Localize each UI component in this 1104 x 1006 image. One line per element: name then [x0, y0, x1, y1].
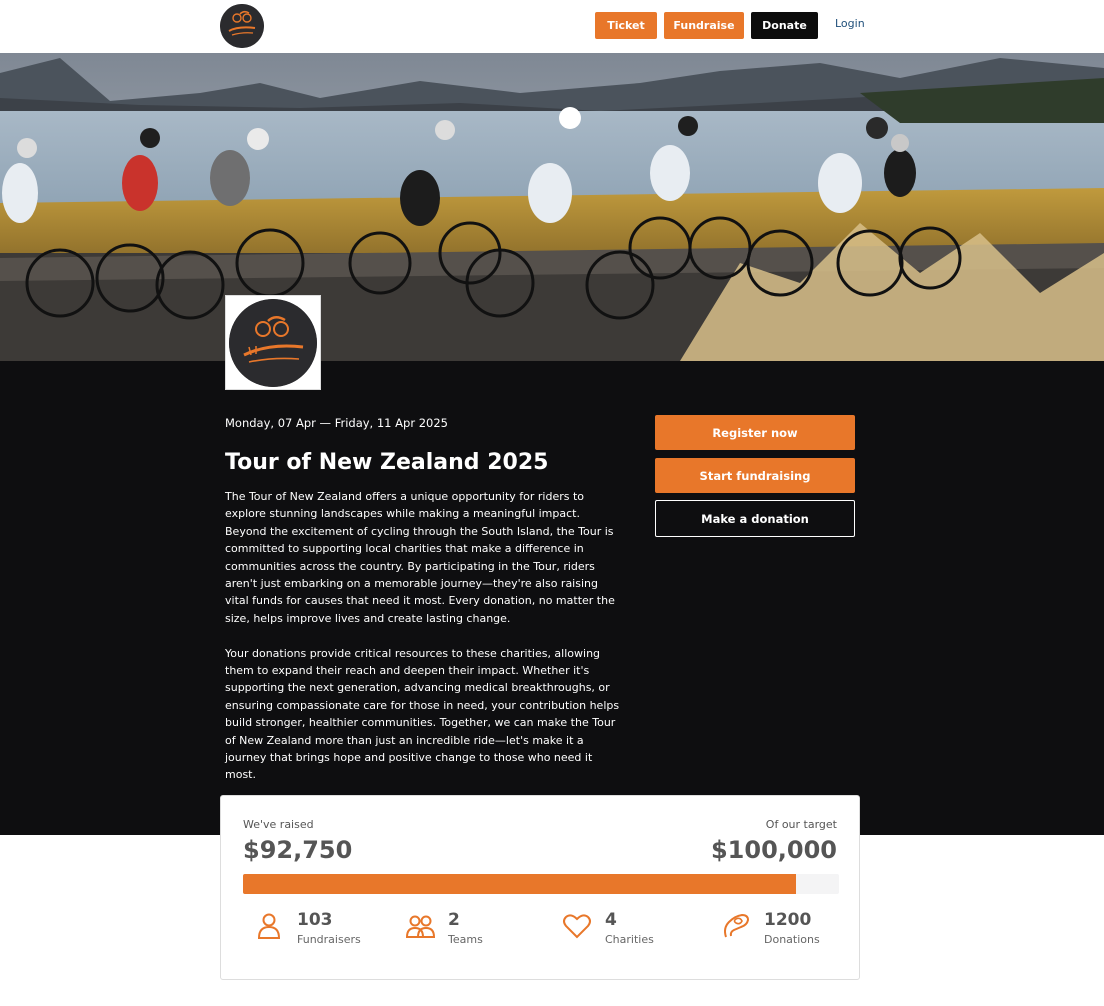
person-icon: [257, 913, 281, 939]
make-donation-button[interactable]: Make a donation: [655, 500, 855, 537]
heart-icon: [563, 914, 591, 939]
donation-hand-icon: [724, 913, 750, 938]
site-header: Ticket Fundraise Donate Login: [0, 0, 1104, 53]
teams-label: Teams: [448, 933, 483, 946]
teams-count: 2: [448, 910, 460, 930]
event-title: Tour of New Zealand 2025: [225, 450, 549, 475]
event-description: The Tour of New Zealand offers a unique …: [225, 488, 620, 784]
raised-label: We've raised: [243, 818, 314, 831]
fundraising-progress-bar: [243, 874, 839, 894]
charities-count: 4: [605, 910, 617, 930]
ticket-button[interactable]: Ticket: [595, 12, 657, 39]
raised-amount: $92,750: [243, 836, 353, 864]
login-link[interactable]: Login: [835, 17, 865, 30]
target-amount: $100,000: [710, 836, 837, 864]
fundraise-button[interactable]: Fundraise: [664, 12, 744, 39]
progress-fill: [243, 874, 796, 894]
tour-of-new-zealand-logo-large: [229, 299, 317, 387]
event-logo-card: [225, 295, 321, 390]
donate-button[interactable]: Donate: [751, 12, 818, 39]
description-paragraph-1: The Tour of New Zealand offers a unique …: [225, 490, 615, 625]
donations-count: 1200: [764, 910, 812, 930]
fundraisers-label: Fundraisers: [297, 933, 361, 946]
hero-image: [0, 53, 1104, 361]
register-now-button[interactable]: Register now: [655, 415, 855, 450]
target-label: Of our target: [765, 818, 837, 831]
donations-label: Donations: [764, 933, 820, 946]
tour-of-new-zealand-logo[interactable]: [220, 4, 264, 48]
charities-label: Charities: [605, 933, 654, 946]
fundraising-stats-card: We've raised $92,750 Of our target $100,…: [220, 795, 860, 980]
event-date: Monday, 07 Apr — Friday, 11 Apr 2025: [225, 416, 448, 430]
fundraisers-count: 103: [297, 910, 333, 930]
description-paragraph-2: Your donations provide critical resource…: [225, 646, 620, 782]
people-icon: [405, 915, 435, 938]
start-fundraising-button[interactable]: Start fundraising: [655, 458, 855, 493]
